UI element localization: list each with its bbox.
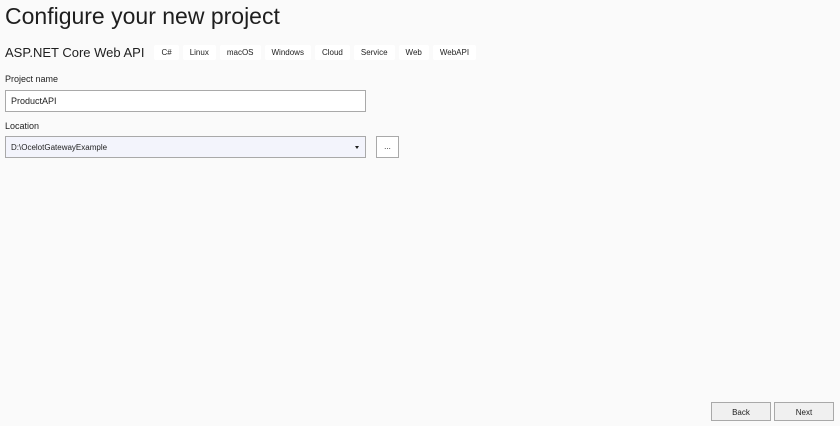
tag-macos: macOS	[219, 45, 261, 60]
tag-windows: Windows	[264, 45, 311, 60]
chevron-down-icon	[355, 145, 359, 149]
page-title: Configure your new project	[5, 3, 280, 29]
tag-webapi: WebAPI	[432, 45, 477, 60]
location-value: D:\OcelotGatewayExample	[11, 142, 108, 152]
project-name-input[interactable]	[5, 90, 366, 112]
location-dropdown[interactable]: D:\OcelotGatewayExample	[5, 136, 366, 158]
tag-linux: Linux	[182, 45, 216, 60]
browse-location-button[interactable]: ...	[376, 136, 399, 158]
template-name: ASP.NET Core Web API	[5, 45, 145, 60]
project-name-label: Project name	[5, 74, 59, 84]
tag-web: Web	[398, 45, 429, 60]
back-button[interactable]: Back	[711, 402, 771, 421]
next-button[interactable]: Next	[774, 402, 834, 421]
tag-csharp: C#	[154, 45, 179, 60]
tag-cloud: Cloud	[314, 45, 350, 60]
tag-service: Service	[353, 45, 395, 60]
location-label: Location	[5, 121, 40, 131]
template-summary: ASP.NET Core Web API C# Linux macOS Wind…	[5, 45, 480, 60]
